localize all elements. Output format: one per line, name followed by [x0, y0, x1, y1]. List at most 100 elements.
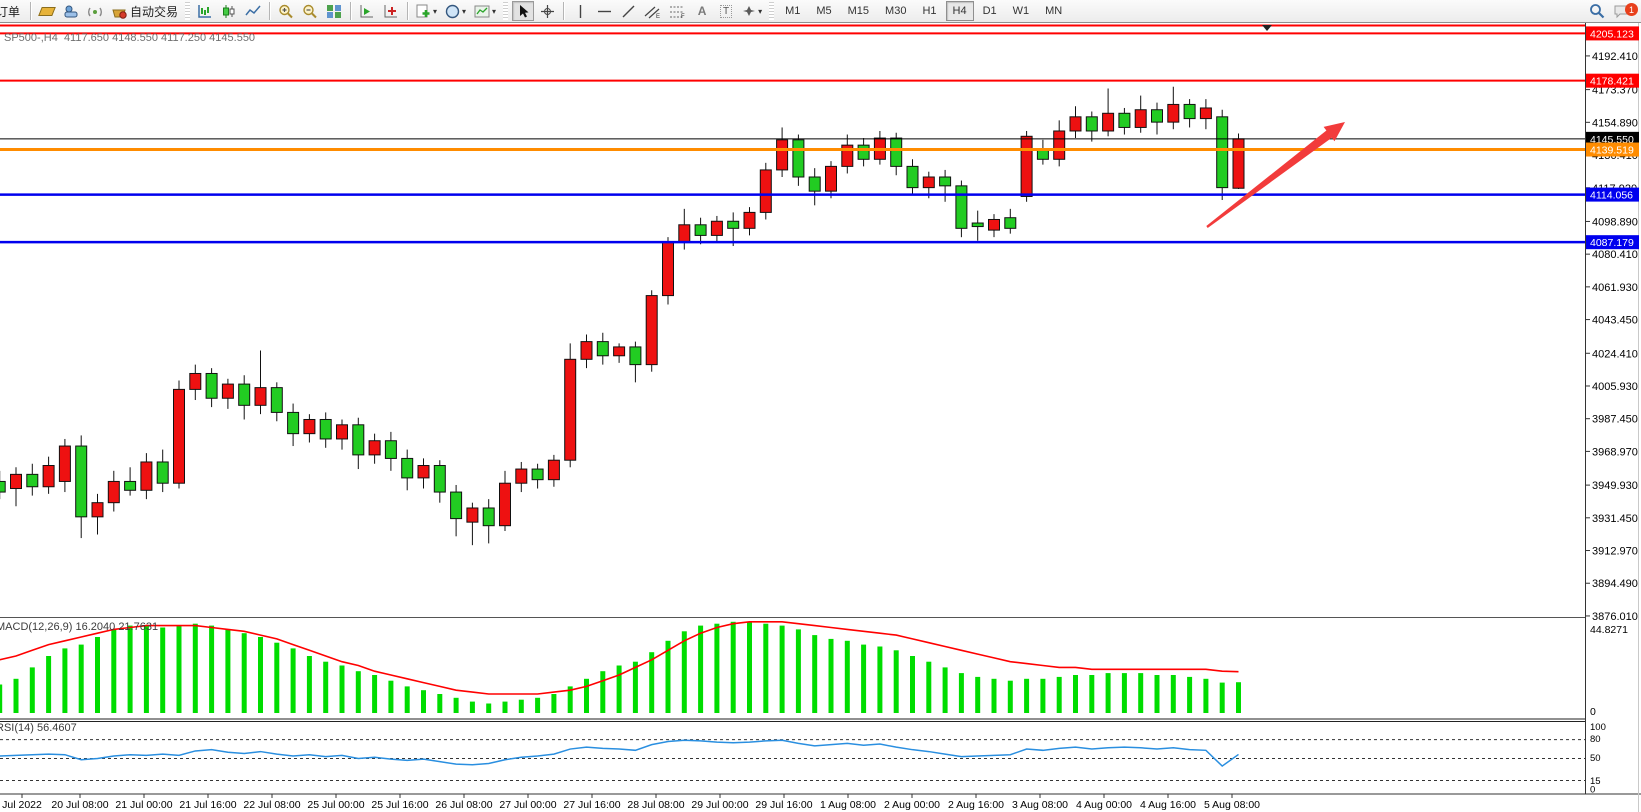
axis-text: 29 Jul 16:00	[755, 799, 812, 811]
svg-text:F: F	[681, 14, 685, 19]
axis-text: 22 Jul 08:00	[243, 799, 300, 811]
separator	[269, 2, 270, 20]
autotrading-button[interactable]: 自动交易	[108, 1, 181, 21]
search-button[interactable]	[1586, 1, 1608, 21]
equidistant-channel-tool[interactable]: E	[641, 1, 664, 21]
text-label-tool[interactable]: T	[715, 1, 737, 21]
auto-scroll-button[interactable]	[356, 1, 378, 21]
autotrading-label: 自动交易	[130, 3, 178, 20]
fibonacci-icon: F	[669, 4, 686, 19]
axis-text: 21 Jul 16:00	[179, 799, 236, 811]
axis-text: 4154.890	[1592, 117, 1638, 129]
chart-canvas[interactable]: 4192.4104173.3704154.8904136.4104117.920…	[0, 0, 1641, 812]
horizontal-line-icon	[597, 4, 612, 19]
chart-shift-button[interactable]	[380, 1, 402, 21]
toolbar-grip	[769, 2, 774, 20]
metaeditor-button[interactable]	[60, 1, 82, 21]
separator	[30, 2, 31, 20]
vertical-line-tool[interactable]	[569, 1, 591, 21]
zoom-out-button[interactable]	[299, 1, 321, 21]
trendline-tool[interactable]	[617, 1, 639, 21]
tile-windows-button[interactable]	[323, 1, 345, 21]
axis-text: 4005.930	[1592, 381, 1638, 393]
axis-text: 50	[1590, 753, 1601, 764]
axis-text: 0	[1590, 706, 1596, 718]
timeframe-M30[interactable]: M30	[878, 1, 913, 21]
dropdown-caret: ▾	[492, 7, 496, 16]
new-chart-button[interactable]: ▾	[413, 1, 440, 21]
tile-windows-icon	[326, 4, 342, 19]
search-icon	[1589, 3, 1605, 19]
crosshair-tool-button[interactable]	[536, 1, 558, 21]
axis-text: 100	[1590, 722, 1606, 733]
bar-chart-button[interactable]	[194, 1, 216, 21]
macd-name: MACD(12,26,9)	[0, 621, 72, 633]
gold-bar-icon	[38, 7, 56, 16]
horizontal-line-tool[interactable]	[593, 1, 615, 21]
dropdown-caret: ▾	[758, 7, 762, 16]
arrows-tool[interactable]: ▾	[739, 1, 765, 21]
signal-icon	[87, 4, 103, 19]
timeframe-W1[interactable]: W1	[1006, 1, 1037, 21]
autotrading-icon	[111, 4, 127, 19]
timeframe-M5[interactable]: M5	[809, 1, 838, 21]
axis-text: 3894.490	[1592, 578, 1638, 590]
axis-text: Jul 2022	[2, 799, 42, 811]
timeframe-M15[interactable]: M15	[841, 1, 876, 21]
candlestick-mode-button[interactable]	[218, 1, 240, 21]
axis-text: 3876.010	[1592, 611, 1638, 623]
axis-text: 4139.519	[1590, 145, 1634, 157]
axis-text: 4192.410	[1592, 51, 1638, 63]
line-chart-button[interactable]	[242, 1, 264, 21]
macd-signal-value: 21.7631	[118, 621, 158, 633]
toolbar-grip	[185, 2, 190, 20]
notifications-button[interactable]: 1	[1610, 1, 1633, 21]
charts-grid-button[interactable]	[36, 1, 58, 21]
axis-text: 4114.056	[1590, 190, 1633, 202]
cursor-icon	[516, 4, 530, 19]
zoom-in-icon	[278, 4, 294, 19]
timeframe-H1[interactable]: H1	[915, 1, 943, 21]
text-tool-icon: A	[698, 4, 707, 18]
new-order-label: 订单	[0, 3, 22, 20]
rsi-name: RSI(14)	[0, 722, 34, 734]
separator	[407, 2, 408, 20]
channel-icon: E	[644, 4, 661, 19]
bar-chart-icon	[197, 4, 213, 19]
line-chart-icon	[245, 4, 261, 19]
cursor-tool-button[interactable]	[512, 1, 534, 21]
axis-text: 27 Jul 16:00	[563, 799, 620, 811]
axis-text: 21 Jul 00:00	[115, 799, 172, 811]
timeframe-H4[interactable]: H4	[946, 1, 974, 21]
timeframe-group: M1M5M15M30H1H4D1W1MN	[777, 1, 1070, 21]
axis-text: 4061.930	[1592, 282, 1638, 294]
axis-text: 3987.450	[1592, 414, 1638, 426]
axis-text: 4087.179	[1590, 237, 1634, 249]
timeframe-D1[interactable]: D1	[976, 1, 1004, 21]
fibonacci-tool[interactable]: F	[666, 1, 689, 21]
zoom-in-button[interactable]	[275, 1, 297, 21]
new-order-button[interactable]: 订单	[1, 1, 25, 21]
zoom-out-icon	[302, 4, 318, 19]
axis-text: 29 Jul 00:00	[691, 799, 748, 811]
text-tool[interactable]: A	[691, 1, 713, 21]
axis-text: 3931.450	[1592, 513, 1638, 525]
dropdown-caret: ▾	[433, 7, 437, 16]
axis-text: 25 Jul 16:00	[371, 799, 428, 811]
templates-button[interactable]: ▾	[471, 1, 499, 21]
axis-text: 1 Aug 08:00	[820, 799, 876, 811]
axis-text: 2 Aug 16:00	[948, 799, 1004, 811]
metaeditor-icon	[63, 4, 79, 19]
market-depth-button[interactable]	[84, 1, 106, 21]
text-label-icon: T	[720, 5, 732, 18]
periods-button[interactable]: ▾	[442, 1, 469, 21]
trendline-icon	[621, 4, 636, 19]
symbol-period: SP500-,H4	[4, 32, 58, 44]
new-chart-icon	[416, 4, 431, 19]
chart-title: SP500-,H4 4117.650 4148.550 4117.250 414…	[4, 32, 255, 44]
axis-text: 4080.410	[1592, 249, 1638, 261]
timeframe-M1[interactable]: M1	[778, 1, 807, 21]
ohlc-low: 4117.250	[161, 32, 206, 44]
timeframe-MN[interactable]: MN	[1038, 1, 1069, 21]
clock-icon	[445, 4, 460, 19]
